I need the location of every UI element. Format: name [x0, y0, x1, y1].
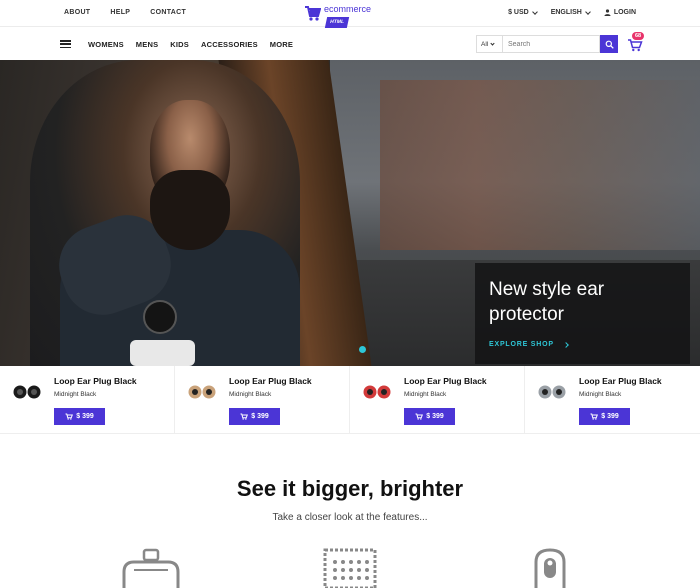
top-links: ABOUT HELP CONTACT — [64, 9, 206, 16]
product-variant: Midnight Black — [54, 391, 97, 398]
main-nav: WOMENS MENS KIDS ACCESSORIES MORE All 68 — [0, 28, 700, 60]
cart-icon[interactable] — [627, 38, 643, 52]
search-category-label: All — [481, 40, 489, 48]
product-card[interactable]: Loop Ear Plug Black Midnight Black $ 399 — [0, 366, 175, 434]
product-card[interactable]: Loop Ear Plug Black Midnight Black $ 399 — [525, 366, 700, 434]
nav-item-womens[interactable]: WOMENS — [88, 40, 124, 49]
cart-icon — [415, 413, 424, 420]
earplug-image — [363, 385, 391, 399]
product-card[interactable]: Loop Ear Plug Black Midnight Black $ 399 — [175, 366, 350, 434]
nav-item-kids[interactable]: KIDS — [170, 40, 189, 49]
cart-icon — [590, 413, 599, 420]
hero-building — [380, 80, 700, 250]
vr-headset-icon — [122, 548, 180, 588]
earplug-image — [538, 385, 566, 399]
explore-shop-link[interactable]: EXPLORE SHOP — [489, 341, 569, 348]
product-variant: Midnight Black — [579, 391, 622, 398]
logo-text: ecommerce — [324, 4, 372, 14]
hero-watch — [143, 300, 177, 334]
menu-icon[interactable] — [60, 40, 71, 49]
features-title: See it bigger, brighter — [236, 476, 464, 501]
product-name: Loop Ear Plug Black — [579, 376, 662, 386]
logo-cart-icon — [305, 6, 321, 21]
earplug-image — [13, 385, 41, 399]
user-icon — [604, 9, 611, 16]
product-price: $ 399 — [251, 413, 269, 420]
search-icon — [605, 40, 614, 49]
top-bar: ABOUT HELP CONTACT ecommerce HTML $ USD … — [0, 0, 700, 28]
chevron-down-icon — [584, 8, 591, 15]
product-name: Loop Ear Plug Black — [404, 376, 487, 386]
site-logo[interactable]: ecommerce HTML — [304, 5, 371, 28]
earplug-image — [188, 385, 216, 399]
hero-shirt-cuff — [130, 340, 195, 366]
category-nav: WOMENS MENS KIDS ACCESSORIES MORE — [88, 40, 305, 49]
product-card[interactable]: Loop Ear Plug Black Midnight Black $ 399 — [350, 366, 525, 434]
nav-item-accessories[interactable]: ACCESSORIES — [201, 40, 258, 49]
product-strip: Loop Ear Plug Black Midnight Black $ 399… — [0, 366, 700, 434]
contact-link[interactable]: CONTACT — [150, 9, 186, 16]
add-to-cart-button[interactable]: $ 399 — [404, 408, 455, 425]
login-label: LOGIN — [613, 9, 636, 16]
logo-badge: HTML — [324, 17, 350, 28]
nav-item-more[interactable]: MORE — [270, 40, 293, 49]
cart-count-badge: 68 — [632, 32, 645, 40]
nav-item-mens[interactable]: MENS — [136, 40, 158, 49]
product-price: $ 399 — [76, 413, 94, 420]
product-variant: Midnight Black — [404, 391, 447, 398]
search-bar: All — [476, 35, 618, 53]
features-subtitle: Take a closer look at the features... — [272, 512, 428, 523]
chevron-down-icon — [531, 8, 538, 15]
help-link[interactable]: HELP — [110, 9, 130, 16]
smart-card-icon — [323, 548, 377, 588]
top-right-controls: $ USD ENGLISH LOGIN — [494, 8, 636, 16]
currency-label: $ USD — [508, 9, 529, 16]
hero-caption-box: New style ear protector EXPLORE SHOP — [475, 263, 690, 364]
remote-device-icon — [534, 548, 566, 588]
add-to-cart-button[interactable]: $ 399 — [229, 408, 280, 425]
search-input[interactable] — [502, 35, 600, 53]
chevron-right-icon — [563, 341, 569, 348]
product-price: $ 399 — [426, 413, 444, 420]
hero-banner: New style ear protector EXPLORE SHOP — [0, 60, 700, 366]
language-select[interactable]: ENGLISH — [550, 8, 591, 16]
add-to-cart-button[interactable]: $ 399 — [579, 408, 630, 425]
product-name: Loop Ear Plug Black — [54, 376, 137, 386]
cart-icon — [240, 413, 249, 420]
hero-title-line2: protector — [489, 304, 564, 325]
product-price: $ 399 — [601, 413, 619, 420]
add-to-cart-button[interactable]: $ 399 — [54, 408, 105, 425]
login-link[interactable]: LOGIN — [604, 9, 636, 16]
language-label: ENGLISH — [550, 9, 582, 16]
hero-beard — [150, 170, 230, 250]
about-link[interactable]: ABOUT — [64, 9, 90, 16]
product-variant: Midnight Black — [229, 391, 272, 398]
chevron-down-icon — [490, 40, 495, 46]
hero-title-line1: New style ear — [489, 279, 605, 300]
product-name: Loop Ear Plug Black — [229, 376, 312, 386]
slider-dot-active[interactable] — [359, 346, 366, 353]
currency-select[interactable]: $ USD — [508, 8, 538, 16]
search-button[interactable] — [600, 35, 618, 53]
explore-shop-label: EXPLORE SHOP — [489, 341, 554, 348]
search-category-select[interactable]: All — [476, 35, 502, 53]
cart-icon — [65, 413, 74, 420]
